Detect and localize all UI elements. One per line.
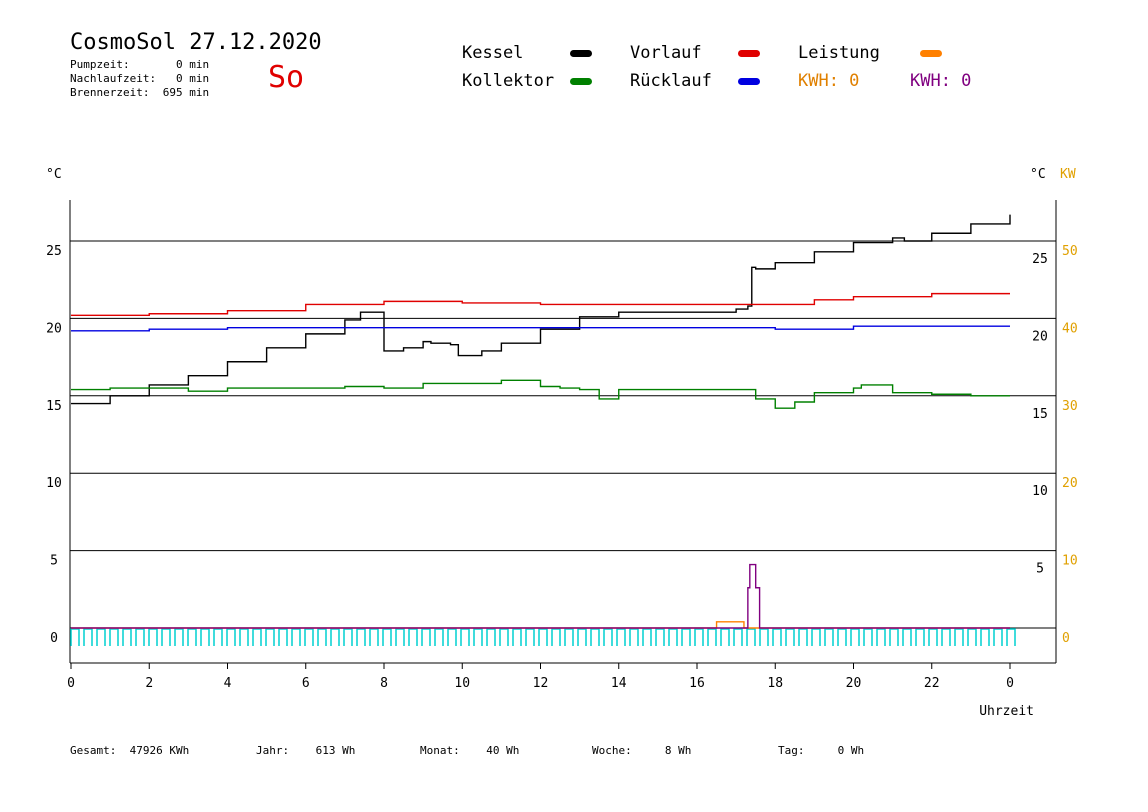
y-tick-label-left: 20 xyxy=(46,321,62,336)
kw-tick-label: 0 xyxy=(1062,631,1070,646)
y-tick-label-right: 5 xyxy=(1036,562,1044,577)
series-line-kwh xyxy=(71,563,1010,629)
x-tick-label: 22 xyxy=(924,676,940,691)
kw-tick-label: 20 xyxy=(1062,476,1078,491)
y-tick-label-right: 20 xyxy=(1032,329,1048,344)
series-line-kollektor xyxy=(71,379,1010,409)
y-axis-unit-right: °C xyxy=(1030,167,1046,182)
kw-tick-label: 10 xyxy=(1062,554,1078,569)
y-tick-label-right: 15 xyxy=(1032,407,1048,422)
x-tick-label: 18 xyxy=(767,676,783,691)
y-tick-label-left: 15 xyxy=(46,399,62,414)
footer-gesamt: Gesamt: 47926 KWh xyxy=(70,744,190,757)
series-line-kessel xyxy=(71,214,1011,405)
y-tick-label-left: 25 xyxy=(46,244,62,259)
y-tick-label-left: 10 xyxy=(46,476,62,491)
x-axis-label: Uhrzeit xyxy=(979,704,1034,719)
chart-series xyxy=(71,214,1011,629)
x-tick-label: 10 xyxy=(454,676,470,691)
kw-tick-label: 30 xyxy=(1062,399,1078,414)
series-line-leistung xyxy=(71,621,1010,629)
x-tick-label: 12 xyxy=(533,676,549,691)
x-tick-label: 8 xyxy=(380,676,388,691)
x-tick-label: 14 xyxy=(611,676,627,691)
chart-grid xyxy=(70,240,1056,629)
pump-wave xyxy=(70,628,1016,646)
x-tick-label: 6 xyxy=(302,676,310,691)
y-tick-label-right: 25 xyxy=(1032,252,1048,267)
x-tick-label: 16 xyxy=(689,676,705,691)
y-axis-unit-left: °C xyxy=(46,167,62,182)
kw-tick-label: 50 xyxy=(1062,244,1078,259)
x-tick-label: 0 xyxy=(1006,676,1014,691)
footer-monat: Monat: 40 Wh xyxy=(420,744,520,757)
x-tick-label: 20 xyxy=(846,676,862,691)
x-tick-label: 2 xyxy=(145,676,153,691)
pump-indicator xyxy=(70,628,1016,646)
y-tick-label-left: 5 xyxy=(50,554,58,569)
chart-axes xyxy=(69,200,1057,669)
y-tick-label-right: 10 xyxy=(1032,484,1048,499)
series-line-vorlauf xyxy=(71,292,1010,317)
y-tick-label-left: 0 xyxy=(50,631,58,646)
kw-tick-label: 40 xyxy=(1062,321,1078,336)
kw-axis-unit: KW xyxy=(1060,167,1076,182)
x-tick-label: 0 xyxy=(67,676,75,691)
x-tick-label: 4 xyxy=(224,676,232,691)
footer-tag: Tag: 0 Wh xyxy=(778,744,865,757)
footer-jahr: Jahr: 613 Wh xyxy=(256,744,356,757)
footer-woche: Woche: 8 Wh xyxy=(592,744,692,757)
temperature-chart: 0 2 4 6 8 10 12 14 16 18 20 22 0 Uhrzeit 0 5 10 15 20 25 5 10… xyxy=(46,167,1078,719)
